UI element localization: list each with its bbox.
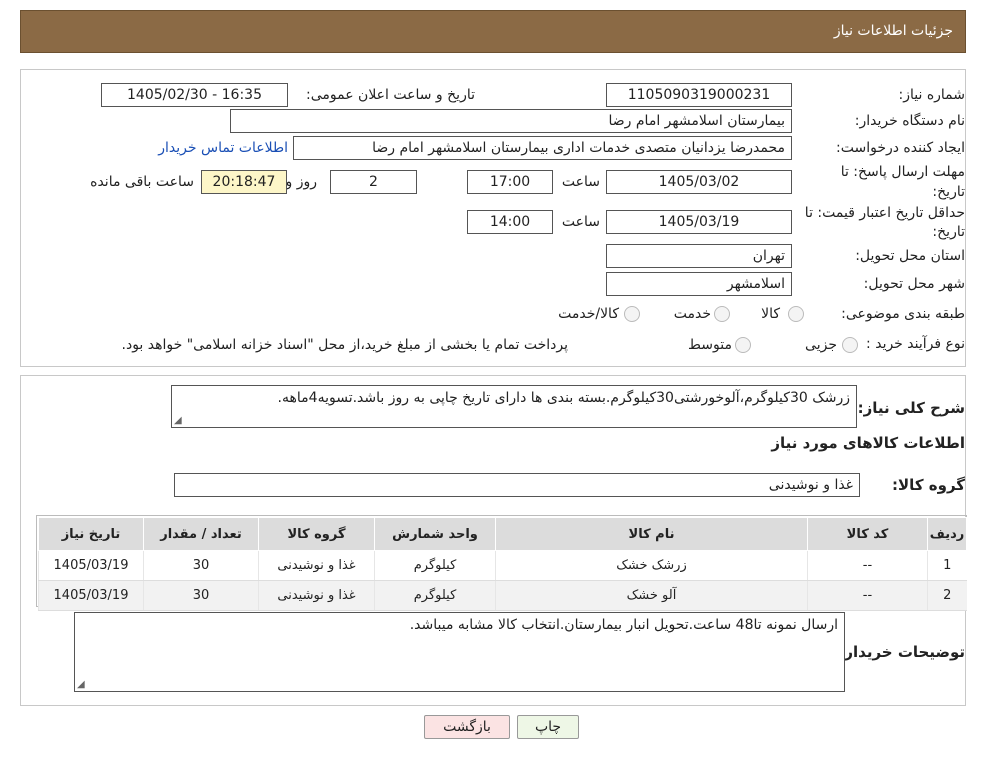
cell-code: --	[807, 550, 928, 581]
days-remaining-field: 2	[330, 170, 417, 194]
table-header-row: ردیف کد کالا نام کالا واحد شمارش گروه کا…	[38, 517, 967, 551]
description-textarea[interactable]: زرشک 30کیلوگرم،آلوخورشتی30کیلوگرم.بسته ب…	[171, 385, 857, 428]
items-table: ردیف کد کالا نام کالا واحد شمارش گروه کا…	[38, 517, 967, 611]
description-label: شرح کلی نیاز:	[857, 399, 965, 417]
resize-grip-icon[interactable]: ◢	[174, 415, 182, 426]
goods-info-title: اطلاعات کالاهای مورد نیاز	[771, 434, 965, 452]
cell-code: --	[807, 580, 928, 611]
deadline-label-line1: مهلت ارسال پاسخ: تا	[840, 164, 965, 180]
need-number-field: 1105090319000231	[606, 83, 792, 107]
back-button[interactable]: بازگشت	[424, 715, 510, 739]
process-option-minor: جزیی	[805, 337, 837, 353]
page-header: جزئیات اطلاعات نیاز	[20, 10, 966, 53]
requester-field: محمدرضا یزدانیان متصدی خدمات اداری بیمار…	[293, 136, 792, 160]
deadline-date-field: 1405/03/02	[606, 170, 792, 194]
category-radio-goods-service[interactable]	[624, 306, 640, 322]
category-option-goods-service: کالا/خدمت	[558, 306, 619, 322]
category-radio-goods[interactable]	[788, 306, 804, 322]
column-header-quantity: تعداد / مقدار	[143, 517, 259, 551]
page-title: جزئیات اطلاعات نیاز	[833, 23, 953, 39]
table-row: 2 -- آلو خشک کیلوگرم غذا و نوشیدنی 30 14…	[38, 580, 967, 611]
province-field: تهران	[606, 244, 792, 268]
cell-name: آلو خشک	[495, 580, 808, 611]
cell-quantity: 30	[143, 580, 259, 611]
remaining-time-field: 20:18:47	[201, 170, 287, 194]
days-label: روز و	[285, 174, 318, 190]
deadline-time-field: 17:00	[467, 170, 553, 194]
cell-unit: کیلوگرم	[374, 580, 496, 611]
validity-label-line1: حداقل تاریخ اعتبار قیمت: تا	[804, 205, 965, 221]
buyer-org-field: بیمارستان اسلامشهر امام رضا	[230, 109, 792, 133]
cell-row-number: 1	[927, 550, 967, 581]
column-header-group: گروه کالا	[258, 517, 375, 551]
province-label: استان محل تحویل:	[855, 248, 965, 264]
category-option-service: خدمت	[673, 306, 711, 322]
goods-group-field: غذا و نوشیدنی	[174, 473, 860, 497]
remaining-time-label: ساعت باقی مانده	[90, 174, 194, 190]
description-text: زرشک 30کیلوگرم،آلوخورشتی30کیلوگرم.بسته ب…	[277, 390, 850, 406]
category-option-goods: کالا	[761, 306, 780, 322]
cell-unit: کیلوگرم	[374, 550, 496, 581]
announce-datetime-field: 1405/02/30 - 16:35	[101, 83, 288, 107]
category-label: طبقه بندی موضوعی:	[841, 306, 965, 322]
city-field: اسلامشهر	[606, 272, 792, 296]
print-button[interactable]: چاپ	[517, 715, 579, 739]
need-number-label: شماره نیاز:	[898, 87, 966, 103]
column-header-need-date: تاریخ نیاز	[38, 517, 144, 551]
deadline-time-label: ساعت	[561, 174, 600, 190]
process-radio-minor[interactable]	[842, 337, 858, 353]
cell-need-date: 1405/03/19	[38, 550, 144, 581]
column-header-row-number: ردیف	[927, 517, 967, 551]
validity-time-label: ساعت	[561, 214, 600, 230]
resize-grip-icon[interactable]: ◢	[77, 679, 85, 690]
deadline-label-line2: تاریخ:	[932, 184, 965, 200]
cell-quantity: 30	[143, 550, 259, 581]
buyer-contact-link[interactable]: اطلاعات تماس خریدار	[158, 140, 288, 156]
process-radio-medium[interactable]	[735, 337, 751, 353]
goods-group-label: گروه کالا:	[892, 476, 965, 494]
category-radio-service[interactable]	[714, 306, 730, 322]
buyer-notes-text: ارسال نمونه تا48 ساعت.تحویل انبار بیمارس…	[409, 617, 838, 633]
process-payment-note: پرداخت تمام یا بخشی از مبلغ خرید،از محل …	[121, 337, 568, 353]
cell-need-date: 1405/03/19	[38, 580, 144, 611]
validity-date-field: 1405/03/19	[606, 210, 792, 234]
cell-group: غذا و نوشیدنی	[258, 550, 375, 581]
announce-label: تاریخ و ساعت اعلان عمومی:	[306, 87, 475, 103]
column-header-code: کد کالا	[807, 517, 928, 551]
cell-row-number: 2	[927, 580, 967, 611]
buyer-notes-label: توضیحات خریدار:	[838, 643, 965, 661]
column-header-name: نام کالا	[495, 517, 808, 551]
process-option-medium: متوسط	[688, 337, 732, 353]
buyer-org-label: نام دستگاه خریدار:	[854, 113, 965, 129]
column-header-unit: واحد شمارش	[374, 517, 496, 551]
cell-group: غذا و نوشیدنی	[258, 580, 375, 611]
requester-label: ایجاد کننده درخواست:	[836, 140, 965, 156]
validity-label-line2: تاریخ:	[932, 224, 965, 240]
table-row: 1 -- زرشک خشک کیلوگرم غذا و نوشیدنی 30 1…	[38, 550, 967, 581]
validity-time-field: 14:00	[467, 210, 553, 234]
buyer-notes-textarea[interactable]: ارسال نمونه تا48 ساعت.تحویل انبار بیمارس…	[74, 612, 845, 692]
city-label: شهر محل تحویل:	[863, 276, 965, 292]
process-label: نوع فرآیند خرید :	[866, 336, 965, 352]
cell-name: زرشک خشک	[495, 550, 808, 581]
